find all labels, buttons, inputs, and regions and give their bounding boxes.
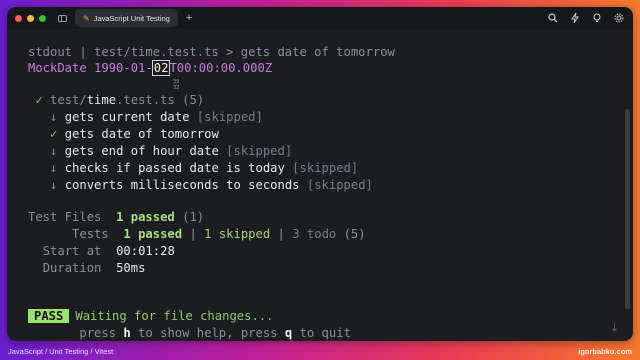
pencil-icon: ✎: [83, 13, 90, 23]
mockdate-line: MockDate 1990-01-02T00:00:00.000Z: [28, 60, 273, 76]
arrow-down-icon: ↓: [50, 144, 58, 158]
help-text: to show help, press: [138, 326, 278, 340]
stdout-line: stdout | test/time.test.ts > gets date o…: [28, 45, 395, 59]
summary-label: Test Files: [28, 210, 102, 224]
test-status: [skipped]: [306, 178, 373, 192]
arrow-down-icon: ↓: [50, 110, 58, 124]
suite-path-file: time: [86, 93, 117, 107]
test-name: checks if passed date is today: [64, 161, 285, 175]
test-name: gets end of hour date: [64, 144, 219, 158]
suite-path-dir: test/: [50, 93, 87, 107]
terminal-window: ✎ JavaScript Unit Testing + stdout | tes…: [7, 7, 633, 341]
test-row: ✓ gets date of tomorrow: [28, 127, 219, 141]
summary-skipped: 1 skipped: [204, 227, 271, 241]
close-window-button[interactable]: [15, 14, 22, 22]
title-bar: ✎ JavaScript Unit Testing +: [7, 7, 633, 29]
help-key: h: [123, 326, 131, 340]
summary-total: (1): [182, 210, 205, 224]
summary-label: Start at: [42, 244, 102, 258]
maximize-window-button[interactable]: [39, 14, 46, 22]
summary-total: (5): [343, 227, 366, 241]
summary-duration-value: 50ms: [116, 261, 146, 275]
arrow-down-icon: ↓: [50, 178, 58, 192]
suite-path-ext: .test.ts: [116, 93, 175, 107]
gear-icon[interactable]: [612, 11, 625, 24]
mockdate-prefix: MockDate 1990-01-: [28, 61, 153, 75]
test-row: ↓ gets end of hour date [skipped]: [28, 144, 292, 158]
summary-tests: Tests 1 passed | 1 skipped | 3 todo (5): [28, 227, 366, 241]
cursor-coordinate-hint: 39 32: [173, 79, 180, 91]
help-text: to quit: [299, 326, 351, 340]
summary-separator: |: [277, 227, 285, 241]
suite-count: (5): [182, 93, 205, 107]
mockdate-suffix: T00:00:00.000Z: [169, 61, 273, 75]
footer-site: igorbabko.com: [578, 347, 632, 356]
help-text: press: [79, 326, 117, 340]
tab-title: JavaScript Unit Testing: [93, 13, 170, 23]
suite-line: ✓ test/time.test.ts (5): [28, 93, 204, 107]
watch-status-line: PASS Waiting for file changes...: [28, 309, 273, 323]
tab-active[interactable]: ✎ JavaScript Unit Testing: [75, 9, 178, 27]
summary-test-files: Test Files 1 passed (1): [28, 210, 204, 224]
footer-breadcrumb: JavaScript / Unit Testing / Vitest: [8, 347, 114, 356]
summary-label: Duration: [42, 261, 102, 275]
summary-start-value: 00:01:28: [116, 244, 175, 258]
test-status: [skipped]: [292, 161, 359, 175]
new-tab-button[interactable]: +: [186, 12, 192, 24]
lightbulb-icon[interactable]: [590, 11, 603, 24]
watch-message: Waiting for file changes...: [75, 309, 274, 323]
summary-start: Start at 00:01:28: [28, 244, 175, 258]
summary-passed: 1 passed: [123, 227, 183, 241]
test-name: gets date of tomorrow: [64, 127, 219, 141]
cursor-selection: 02: [151, 60, 171, 76]
help-line: press h to show help, press q to quit: [28, 326, 351, 340]
pass-badge: PASS: [28, 309, 70, 323]
test-name: converts milliseconds to seconds: [64, 178, 300, 192]
lightning-icon[interactable]: [568, 11, 581, 24]
test-status: [skipped]: [226, 144, 293, 158]
scrollbar[interactable]: [625, 109, 630, 309]
quit-key: q: [284, 326, 293, 340]
minimize-window-button[interactable]: [27, 14, 34, 22]
arrow-down-icon: ↓: [50, 161, 58, 175]
test-row: ↓ converts milliseconds to seconds [skip…: [28, 178, 373, 192]
summary-label: Tests: [72, 227, 109, 241]
check-icon: ✓: [50, 127, 58, 141]
terminal-output[interactable]: stdout | test/time.test.ts > gets date o…: [7, 29, 633, 341]
summary-duration: Duration 50ms: [28, 261, 146, 275]
check-icon: ✓: [35, 93, 43, 107]
test-name: gets current date: [64, 110, 190, 124]
search-icon[interactable]: [546, 11, 559, 24]
summary-separator: |: [189, 227, 197, 241]
summary-passed: 1 passed: [116, 210, 175, 224]
scroll-to-bottom-icon[interactable]: ⤓: [612, 321, 617, 335]
test-row: ↓ gets current date [skipped]: [28, 110, 263, 124]
test-status: [skipped]: [196, 110, 263, 124]
sidebar-toggle-icon[interactable]: [58, 14, 67, 22]
test-row: ↓ checks if passed date is today [skippe…: [28, 161, 358, 175]
summary-todo: 3 todo: [292, 227, 337, 241]
